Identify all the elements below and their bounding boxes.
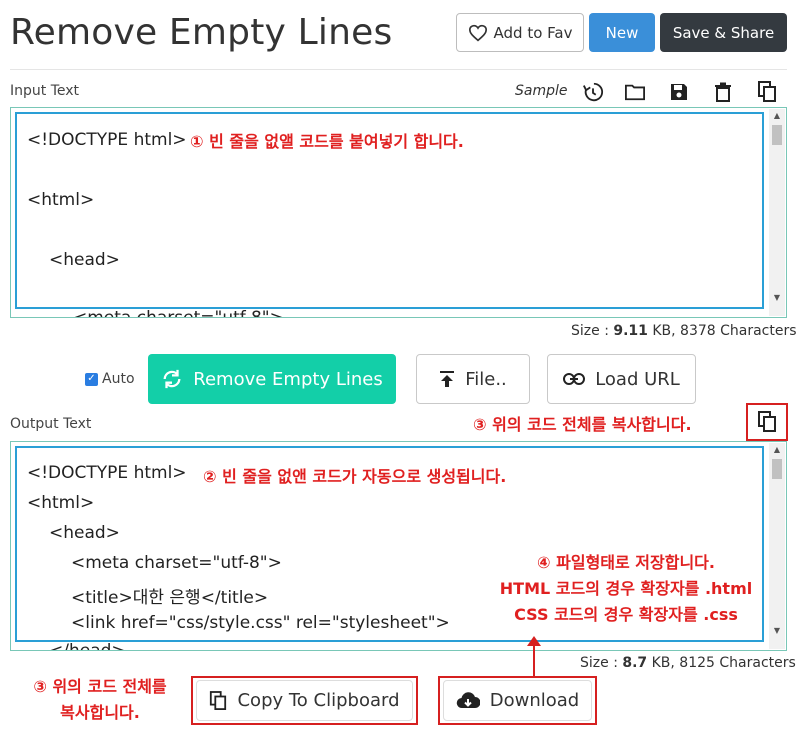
input-size-suffix: KB, 8378 Characters — [647, 323, 797, 339]
output-text-label: Output Text — [10, 416, 92, 432]
annotation-paste: ① 빈 줄을 없앨 코드를 붙여넣기 합니다. — [190, 132, 464, 151]
annotation-generated: ② 빈 줄을 없앤 코드가 자동으로 생성됩니다. — [203, 467, 507, 486]
download-label: Download — [489, 690, 580, 711]
page-title: Remove Empty Lines — [10, 12, 393, 53]
save-share-button[interactable]: Save & Share — [660, 13, 787, 52]
remove-empty-lines-button[interactable]: Remove Empty Lines — [148, 354, 396, 404]
add-to-fav-label: Add to Fav — [493, 23, 573, 42]
trash-icon[interactable] — [710, 79, 736, 105]
annotation-copy-left-line-1: ③ 위의 코드 전체를 — [33, 677, 167, 696]
load-url-label: Load URL — [595, 368, 680, 390]
heart-icon — [468, 24, 487, 41]
annotation-download-line-3: CSS 코드의 경우 확장자를 .css — [514, 605, 738, 624]
history-icon[interactable] — [580, 79, 606, 105]
output-size: Size : 8.7 KB, 8125 Characters — [580, 655, 796, 671]
copy-to-clipboard-label: Copy To Clipboard — [237, 690, 400, 711]
input-line-4: <meta charset="utf-8"> — [73, 308, 284, 318]
file-button[interactable]: File.. — [416, 354, 530, 404]
input-size-prefix: Size : — [571, 323, 614, 339]
remove-label: Remove Empty Lines — [193, 368, 383, 390]
annotation-download: ④ 파일형태로 저장합니다. HTML 코드의 경우 확장자를 .html CS… — [466, 550, 786, 628]
link-icon — [563, 373, 586, 385]
copy-to-clipboard-button[interactable]: Copy To Clipboard — [196, 680, 413, 721]
output-copy-icon[interactable] — [754, 409, 780, 435]
refresh-icon — [163, 369, 181, 389]
header-divider — [10, 69, 787, 70]
output-size-prefix: Size : — [580, 655, 623, 671]
annotation-copy-left-line-2: 복사합니다. — [60, 703, 140, 722]
output-size-suffix: KB, 8125 Characters — [647, 655, 796, 671]
input-size: Size : 9.11 KB, 8378 Characters — [571, 323, 797, 339]
output-scroll-thumb[interactable] — [772, 459, 782, 479]
annotation-download-line-1: ④ 파일형태로 저장합니다. — [537, 553, 715, 572]
arrow-up-icon — [527, 636, 541, 646]
sample-link[interactable]: Sample — [515, 83, 568, 99]
load-url-button[interactable]: Load URL — [547, 354, 696, 404]
output-scroll-up-icon[interactable]: ▲ — [769, 445, 785, 454]
add-to-fav-button[interactable]: Add to Fav — [456, 13, 584, 52]
clipboard-copy-icon — [210, 690, 227, 710]
copy-icon[interactable] — [754, 79, 780, 105]
checkmark-icon: ✓ — [85, 372, 98, 386]
annotation-copy-left: ③ 위의 코드 전체를 복사합니다. — [12, 674, 188, 726]
save-icon[interactable] — [666, 79, 692, 105]
scroll-thumb[interactable] — [772, 125, 782, 145]
new-button[interactable]: New — [589, 13, 655, 52]
auto-label: Auto — [102, 371, 135, 387]
scroll-down-icon[interactable]: ▼ — [769, 293, 785, 302]
output-line-7: </head> — [49, 641, 126, 651]
cloud-download-icon — [456, 691, 480, 708]
output-size-value: 8.7 — [622, 655, 648, 671]
annotation-download-line-2: HTML 코드의 경우 확장자를 .html — [499, 579, 753, 598]
annotation-copy-top: ③ 위의 코드 전체를 복사합니다. — [473, 415, 692, 434]
file-label: File.. — [465, 368, 507, 390]
auto-checkbox[interactable]: ✓ Auto — [85, 371, 135, 387]
input-text-label: Input Text — [10, 83, 80, 99]
scroll-up-icon[interactable]: ▲ — [769, 111, 785, 120]
upload-icon — [440, 371, 455, 387]
download-arrow-line — [533, 644, 535, 677]
input-scrollbar[interactable]: ▲ ▼ — [769, 109, 785, 316]
folder-icon[interactable] — [622, 79, 648, 105]
input-size-value: 9.11 — [613, 323, 648, 339]
download-button[interactable]: Download — [443, 680, 592, 721]
